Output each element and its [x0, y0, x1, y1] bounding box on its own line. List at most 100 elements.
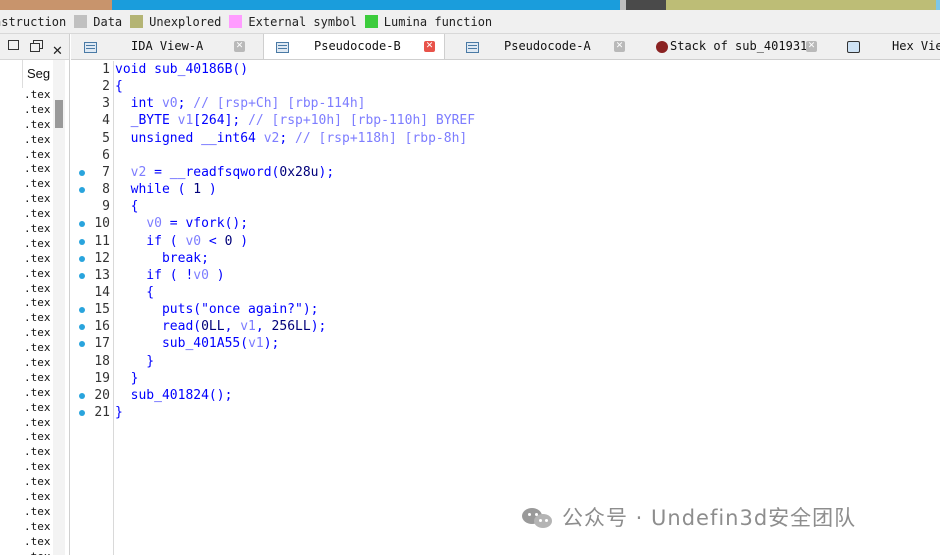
code-line[interactable]: void sub_40186B()	[115, 61, 248, 78]
code-line[interactable]: v0 = vfork();	[115, 215, 248, 232]
code-line[interactable]: }	[115, 404, 123, 421]
segment-row[interactable]: .tex	[22, 371, 52, 386]
tab-ida-view-a[interactable]: IDA View-A ✕	[71, 34, 261, 59]
breakpoint-dot-icon[interactable]	[79, 272, 85, 279]
code-line[interactable]: int v0; // [rsp+Ch] [rbp-114h]	[115, 95, 366, 112]
code-line[interactable]: sub_401A55(v1);	[115, 335, 279, 352]
code-line[interactable]: if ( v0 < 0 )	[115, 233, 248, 250]
segment-row[interactable]: .tex	[22, 282, 52, 297]
close-panel-button[interactable]: ✕	[52, 40, 66, 58]
segment-row[interactable]: .tex	[22, 296, 52, 311]
code-line[interactable]: break;	[115, 250, 209, 267]
segment-row[interactable]: .tex	[22, 148, 52, 163]
line-number-text: 20	[94, 387, 110, 403]
navigation-band[interactable]	[0, 0, 940, 10]
code-line[interactable]: _BYTE v1[264]; // [rsp+10h] [rbp-110h] B…	[115, 112, 475, 129]
segment-row[interactable]: .tex	[22, 311, 52, 326]
segment-row[interactable]: .tex	[22, 267, 52, 282]
code-line[interactable]: if ( !v0 )	[115, 267, 224, 284]
line-number: 21	[71, 404, 114, 421]
nav-band-segment	[666, 0, 936, 10]
breakpoint-dot-icon[interactable]	[79, 169, 85, 176]
vertical-scrollbar[interactable]	[53, 60, 65, 555]
segment-row[interactable]: .tex	[22, 475, 52, 490]
segment-row[interactable]: .tex	[22, 237, 52, 252]
breakpoint-dot-icon[interactable]	[79, 324, 85, 331]
segment-row[interactable]: .tex	[22, 177, 52, 192]
code-line[interactable]: }	[115, 370, 139, 387]
segment-row[interactable]: .tex	[22, 341, 52, 356]
code-line[interactable]: unsigned __int64 v2; // [rsp+118h] [rbp-…	[115, 130, 468, 147]
segment-row[interactable]: .tex	[22, 162, 52, 177]
line-number: 1	[71, 61, 114, 78]
line-number: 14	[71, 284, 114, 301]
close-tab-icon[interactable]: ✕	[424, 41, 435, 52]
pseudocode-icon	[276, 42, 289, 53]
segment-row[interactable]: .tex	[22, 356, 52, 371]
code-line[interactable]: {	[115, 198, 139, 215]
tab-pseudocode-b[interactable]: Pseudocode-B ✕	[263, 34, 445, 59]
breakpoint-dot-icon[interactable]	[79, 238, 85, 245]
code-line[interactable]: v2 = __readfsqword(0x28u);	[115, 164, 335, 181]
segment-row[interactable]: .tex	[22, 490, 52, 505]
tab-pseudocode-a[interactable]: Pseudocode-A ✕	[447, 34, 637, 59]
segment-row[interactable]: .tex	[22, 133, 52, 148]
pseudocode-icon	[466, 42, 479, 53]
segment-row[interactable]: .tex	[22, 535, 52, 550]
line-number-text: 4	[102, 113, 110, 129]
segment-row[interactable]: .tex	[22, 460, 52, 475]
code-line[interactable]: while ( 1 )	[115, 181, 217, 198]
line-number-text: 1	[102, 62, 110, 77]
segment-row[interactable]: .tex	[22, 118, 52, 133]
segment-column-header[interactable]: Seg	[22, 60, 52, 88]
line-number-text: 10	[94, 216, 110, 232]
line-number-text: 2	[102, 79, 110, 95]
segment-row[interactable]: .tex	[22, 103, 52, 118]
segment-row[interactable]: .tex	[22, 550, 52, 555]
breakpoint-dot-icon[interactable]	[79, 307, 85, 314]
scrollbar-thumb[interactable]	[55, 100, 63, 128]
tab-stack-of-sub-401931[interactable]: Stack of sub_401931 ✕	[639, 34, 831, 59]
restore-button[interactable]	[30, 39, 44, 54]
code-line[interactable]: read(0LL, v1, 256LL);	[115, 318, 326, 335]
line-number-text: 14	[94, 284, 110, 300]
restore-icon	[30, 39, 43, 52]
segment-row[interactable]: .tex	[22, 401, 52, 416]
code-line[interactable]: puts("once again?");	[115, 301, 319, 318]
code-line[interactable]: sub_401824();	[115, 387, 233, 404]
maximize-button[interactable]	[8, 39, 22, 54]
breakpoint-dot-icon[interactable]	[79, 187, 85, 194]
hex-view-icon	[847, 41, 860, 53]
code-line[interactable]: }	[115, 353, 154, 370]
segment-row[interactable]: .tex	[22, 207, 52, 222]
panel-toolbar: ✕	[0, 34, 69, 60]
breakpoint-dot-icon[interactable]	[79, 392, 85, 399]
line-number: 3	[71, 95, 114, 112]
code-line[interactable]: {	[115, 78, 123, 95]
segment-row[interactable]: .tex	[22, 386, 52, 401]
segment-row[interactable]: .tex	[22, 192, 52, 207]
segment-row[interactable]: .tex	[22, 445, 52, 460]
segment-row[interactable]: .tex	[22, 520, 52, 535]
close-tab-icon[interactable]: ✕	[806, 41, 817, 52]
line-number-text: 18	[94, 353, 110, 369]
breakpoint-dot-icon[interactable]	[79, 410, 85, 416]
segment-row[interactable]: .tex	[22, 252, 52, 267]
breakpoint-dot-icon[interactable]	[79, 255, 85, 262]
line-number: 19	[71, 370, 114, 387]
segment-row[interactable]: .tex	[22, 505, 52, 520]
line-number: 16	[71, 318, 114, 335]
segment-row[interactable]: .tex	[22, 430, 52, 445]
tab-hex-view[interactable]: Hex View	[833, 34, 940, 59]
breakpoint-dot-icon[interactable]	[79, 341, 85, 348]
segment-row[interactable]: .tex	[22, 88, 52, 103]
segment-row[interactable]: .tex	[22, 326, 52, 341]
code-line[interactable]: {	[115, 284, 154, 301]
line-number: 10	[71, 215, 114, 232]
pseudocode-view[interactable]: 1 2 3 4 5 6 7 8 9 10 11 12 13 14 15 16 17 18 19 20 21 void s…	[71, 61, 940, 555]
breakpoint-dot-icon[interactable]	[79, 221, 85, 228]
segment-row[interactable]: .tex	[22, 416, 52, 431]
close-tab-icon[interactable]: ✕	[234, 41, 245, 52]
segment-row[interactable]: .tex	[22, 222, 52, 237]
close-tab-icon[interactable]: ✕	[614, 41, 625, 52]
